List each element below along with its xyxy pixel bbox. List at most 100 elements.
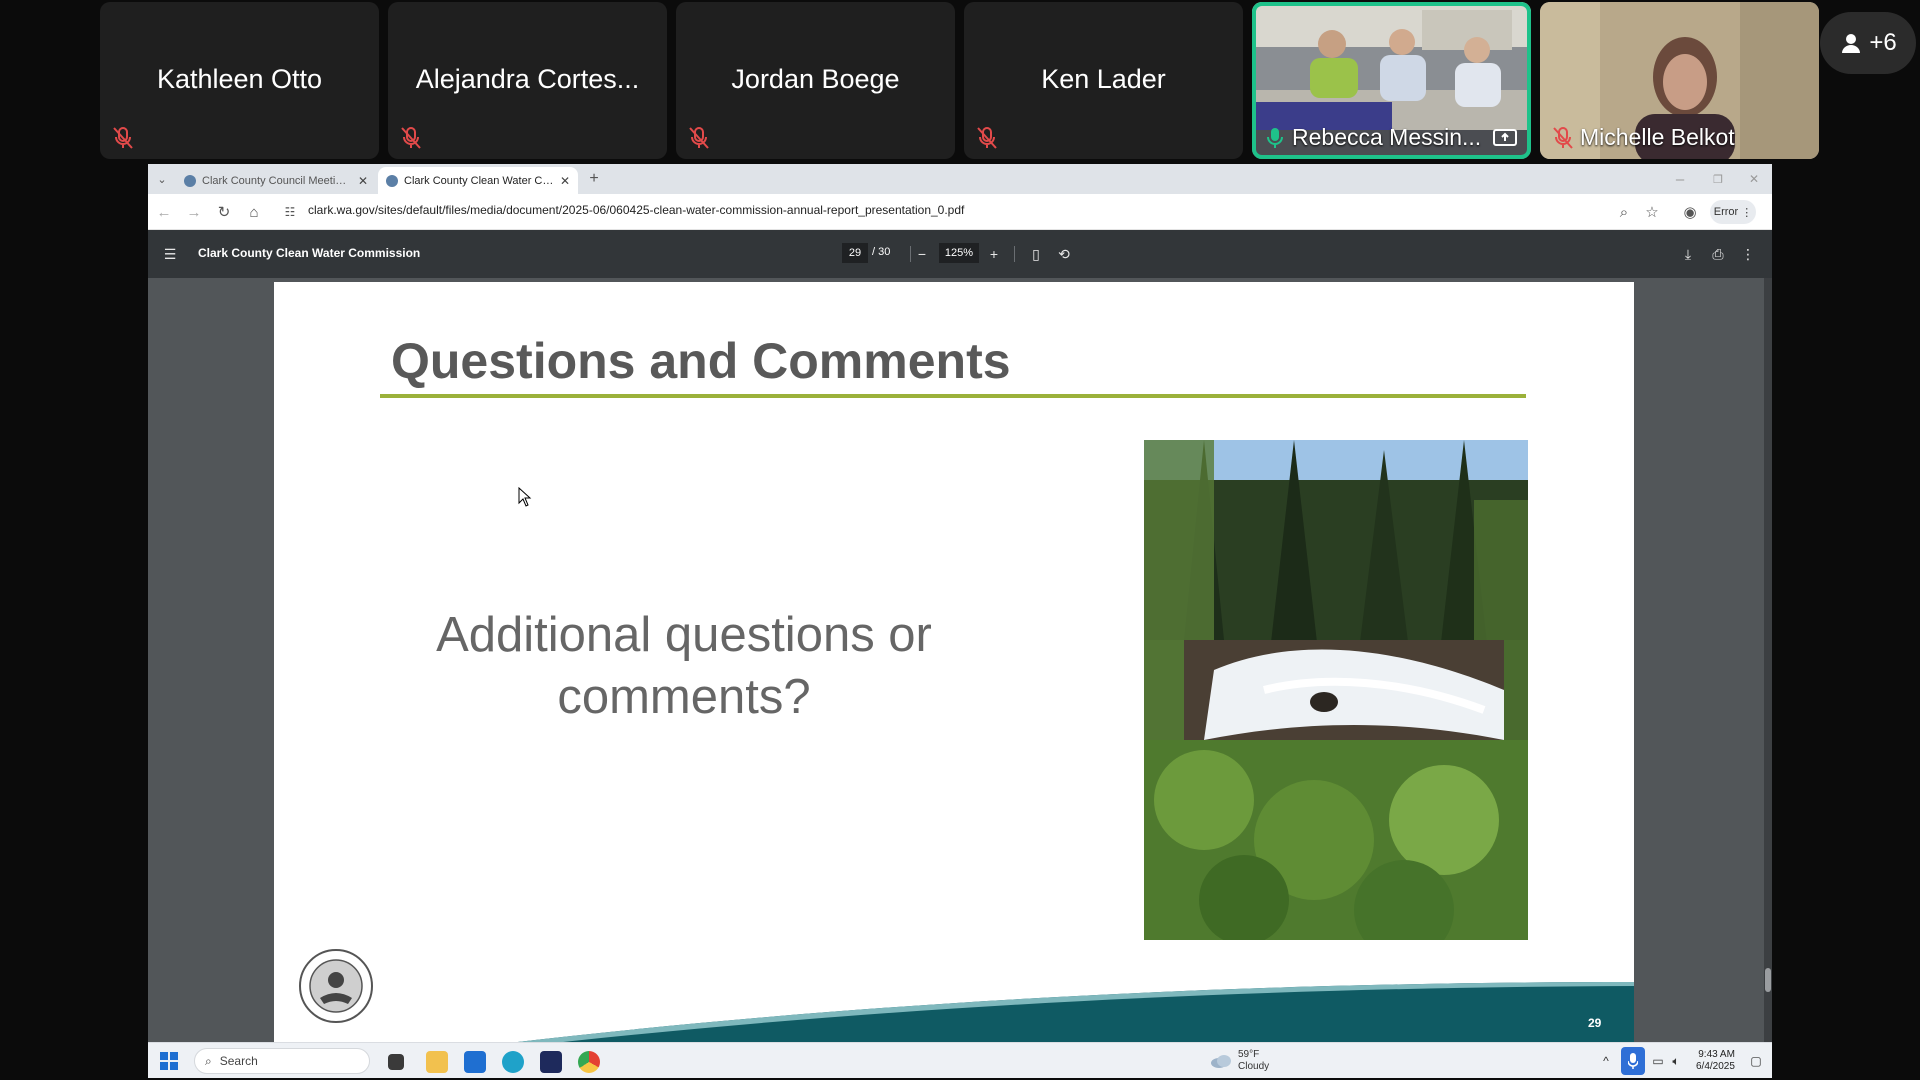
slide-body-line: comments? xyxy=(557,670,811,724)
profile-icon[interactable]: ◉ xyxy=(1680,202,1700,222)
file-explorer-icon[interactable] xyxy=(426,1051,448,1073)
county-seal-logo xyxy=(299,949,373,1023)
taskbar-search[interactable]: ⌕ Search xyxy=(194,1048,370,1074)
clock-time: 9:43 AM xyxy=(1698,1049,1735,1060)
participant-name: Jordan Boege xyxy=(731,64,900,94)
tab-bar: ⌄ Clark County Council Meetings ✕ Clark … xyxy=(148,164,1772,194)
person-icon xyxy=(1842,34,1861,53)
zoom-icon[interactable]: ⌕ xyxy=(1614,202,1634,222)
window-close-icon[interactable]: ✕ xyxy=(1744,169,1764,189)
search-icon: ⌕ xyxy=(205,1053,212,1068)
participant-name: Kathleen Otto xyxy=(156,64,323,94)
system-clock[interactable]: 9:43 AM 6/4/2025 xyxy=(1696,1049,1735,1073)
chevron-up-icon[interactable]: ^ xyxy=(1598,1053,1614,1069)
participant-name: Michelle Belkot xyxy=(1580,124,1735,150)
zoom-input[interactable]: 125% xyxy=(939,243,979,263)
slide-body-line: Additional questions or xyxy=(436,608,932,662)
mic-muted-icon xyxy=(1553,127,1573,149)
page-total: / 30 xyxy=(872,246,891,258)
home-icon[interactable]: ⌂ xyxy=(244,202,264,222)
bookmark-star-icon[interactable]: ☆ xyxy=(1642,202,1662,222)
site-info-icon[interactable]: ☷ xyxy=(280,202,300,222)
divider xyxy=(910,246,911,262)
participant-name: Ken Lader xyxy=(1041,64,1166,94)
volume-icon[interactable]: 🔈︎ xyxy=(1668,1053,1684,1069)
divider xyxy=(1014,246,1015,262)
pdf-toolbar: ☰ Clark County Clean Water Commission 29… xyxy=(148,230,1772,278)
taskbar: ⌕ Search 59°F Cloudy ^ ▭ 🔈︎ 9:43 AM 6/4/… xyxy=(148,1042,1772,1078)
mouse-cursor-icon xyxy=(518,487,532,507)
weather-widget[interactable]: 59°F Cloudy xyxy=(1238,1049,1269,1073)
weather-desc: Cloudy xyxy=(1238,1061,1270,1072)
more-options-icon[interactable]: ⋮ xyxy=(1738,244,1758,264)
mic-muted-icon xyxy=(689,127,709,149)
screen-share-icon xyxy=(1493,129,1517,146)
edge-icon[interactable] xyxy=(502,1051,524,1073)
weather-temp: 59°F xyxy=(1238,1049,1260,1060)
more-participants-button[interactable]: +6 xyxy=(1820,12,1916,74)
address-bar: ← → ↻ ⌂ ☷ clark.wa.gov/sites/default/fil… xyxy=(148,194,1772,230)
participant-tile[interactable]: Alejandra Cortes... xyxy=(388,2,667,159)
scrollbar[interactable] xyxy=(1764,278,1772,1078)
network-icon[interactable]: ▭ xyxy=(1650,1053,1666,1069)
tab-council-meetings[interactable]: Clark County Council Meetings ✕ xyxy=(176,167,376,194)
participant-strip: Kathleen Otto Alejandra Cortes... Jordan… xyxy=(0,0,1920,165)
close-icon[interactable]: ✕ xyxy=(358,174,368,188)
error-button[interactable]: Error ⋮ xyxy=(1710,200,1756,224)
rotate-icon[interactable]: ⟲ xyxy=(1054,244,1074,264)
fit-page-icon[interactable]: ▯ xyxy=(1026,244,1046,264)
slide-page-number: 29 xyxy=(1588,1016,1602,1030)
forward-icon[interactable]: → xyxy=(184,202,204,222)
zoom-out-icon[interactable]: − xyxy=(912,244,932,264)
back-icon[interactable]: ← xyxy=(154,202,174,222)
microphone-in-use-icon[interactable] xyxy=(1621,1047,1645,1075)
tab-label: Clark County Council Meetings xyxy=(202,174,352,187)
page-number-input[interactable]: 29 xyxy=(842,243,868,263)
participant-tile[interactable]: Kathleen Otto xyxy=(100,2,379,159)
chrome-icon[interactable] xyxy=(578,1051,600,1073)
restore-icon[interactable]: ❐ xyxy=(1708,169,1728,189)
title-underline xyxy=(380,394,1526,398)
meeting-app-icon[interactable] xyxy=(540,1051,562,1073)
outlook-icon[interactable] xyxy=(464,1051,486,1073)
mic-active-icon xyxy=(1267,128,1283,148)
download-icon[interactable]: ⤓ xyxy=(1678,244,1698,264)
slide-body: Additional questions or comments? xyxy=(404,604,964,728)
menu-icon[interactable]: ☰ xyxy=(160,244,180,264)
mic-muted-icon xyxy=(401,127,421,149)
more-participants-count: +6 xyxy=(1869,29,1897,56)
globe-icon xyxy=(386,174,398,187)
mic-muted-icon xyxy=(977,127,997,149)
tab-clean-water[interactable]: Clark County Clean Water Com ✕ xyxy=(378,167,578,194)
close-icon[interactable]: ✕ xyxy=(560,174,570,188)
url-field[interactable]: clark.wa.gov/sites/default/files/media/d… xyxy=(308,203,964,217)
globe-icon xyxy=(184,174,196,187)
print-icon[interactable]: ⎙ xyxy=(1708,244,1728,264)
participant-tile[interactable]: Ken Lader xyxy=(964,2,1243,159)
pdf-viewer[interactable]: Questions and Comments Additional questi… xyxy=(148,278,1772,1078)
task-view-icon[interactable] xyxy=(388,1054,404,1070)
minimize-icon[interactable]: – xyxy=(1670,169,1690,189)
error-label: Error xyxy=(1713,206,1739,218)
windows-start-icon[interactable] xyxy=(160,1052,178,1070)
browser-window: ⌄ Clark County Council Meetings ✕ Clark … xyxy=(148,164,1772,1078)
reload-icon[interactable]: ↻ xyxy=(214,202,234,222)
tab-search-icon[interactable]: ⌄ xyxy=(152,169,172,189)
pdf-page: Questions and Comments Additional questi… xyxy=(274,282,1634,1078)
participant-name: Rebecca Messin... xyxy=(1292,124,1482,150)
new-tab-icon[interactable]: + xyxy=(584,169,604,189)
pdf-title: Clark County Clean Water Commission xyxy=(198,246,421,260)
clock-date: 6/4/2025 xyxy=(1696,1061,1735,1072)
scrollbar-thumb[interactable] xyxy=(1765,968,1771,992)
slide-title: Questions and Comments xyxy=(391,333,1011,389)
notifications-icon[interactable]: ▢ xyxy=(1748,1053,1764,1069)
participant-tile[interactable]: Michelle Belkot xyxy=(1540,2,1819,159)
tab-label: Clark County Clean Water Com xyxy=(404,174,554,187)
participant-tile[interactable]: Jordan Boege xyxy=(676,2,955,159)
zoom-in-icon[interactable]: + xyxy=(984,244,1004,264)
participant-tile-active-speaker[interactable]: Rebecca Messin... xyxy=(1252,2,1531,159)
participant-name: Alejandra Cortes... xyxy=(415,64,640,94)
search-placeholder: Search xyxy=(219,1054,258,1068)
cloudy-weather-icon xyxy=(1211,1055,1231,1068)
waterfall-photo xyxy=(1144,440,1528,940)
